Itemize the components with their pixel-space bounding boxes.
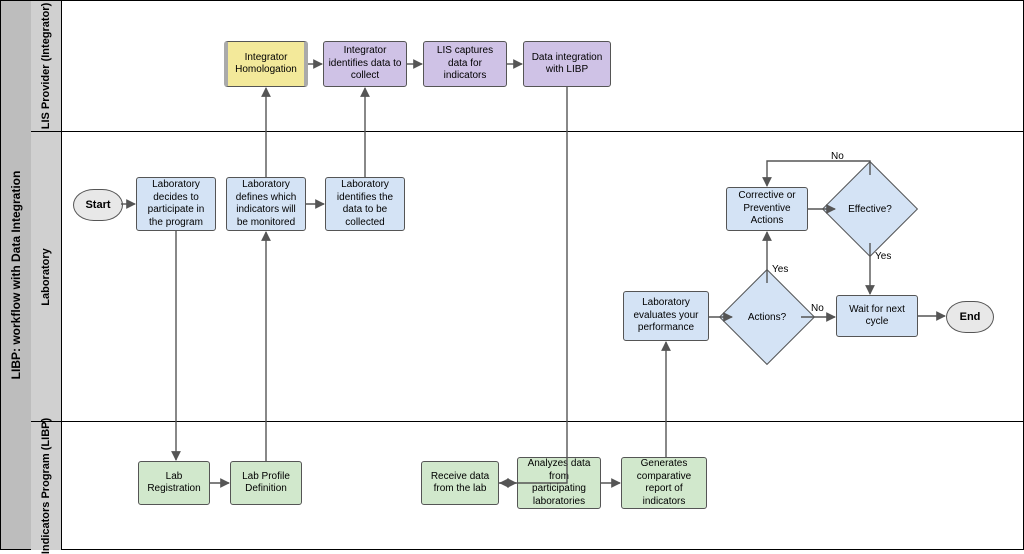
node-data-integration-libp: Data integration with LIBP [523,41,611,87]
node-analyze-data: Analyzes data from participating laborat… [517,457,601,509]
flowchart-canvas: LIBP: workflow with Data Integration LIS… [0,0,1024,550]
node-integrator-homologation: Integrator Homologation [224,41,308,87]
node-wait-next-cycle: Wait for next cycle [836,295,918,337]
lane-label-laboratory: Laboratory [31,131,62,422]
lane-divider [61,131,1023,132]
node-lab-profile-definition: Lab Profile Definition [230,461,302,505]
edge-label-actions-no: No [811,303,824,314]
node-lab-registration: Lab Registration [138,461,210,505]
edge-label-effective-no: No [831,151,844,162]
lane-label-libp: Indicators Program (LIBP) [31,421,62,550]
edge-label-actions-yes: Yes [772,264,788,275]
node-integrator-identifies-data: Integrator identifies data to collect [323,41,407,87]
edge-label-effective-yes: Yes [875,251,891,262]
lane-divider [61,421,1023,422]
node-actions-decision: Actions? [733,283,801,351]
diagram-title: LIBP: workflow with Data Integration [9,171,23,380]
node-lab-decides: Laboratory decides to participate in the… [136,177,216,231]
node-corrective-actions: Corrective or Preventive Actions [726,187,808,231]
node-lab-evaluates: Laboratory evaluates your performance [623,291,709,341]
node-start: Start [73,189,123,221]
diagram-title-bar: LIBP: workflow with Data Integration [1,1,32,549]
node-lab-identifies-data: Laboratory identifies the data to be col… [325,177,405,231]
node-lis-captures-data: LIS captures data for indicators [423,41,507,87]
node-receive-data: Receive data from the lab [421,461,499,505]
lane-label-integrator: LIS Provider (Integrator) [31,1,62,131]
node-effective-decision: Effective? [836,175,904,243]
node-end: End [946,301,994,333]
node-lab-defines-indicators: Laboratory defines which indicators will… [226,177,306,231]
node-generate-report: Generates comparative report of indicato… [621,457,707,509]
